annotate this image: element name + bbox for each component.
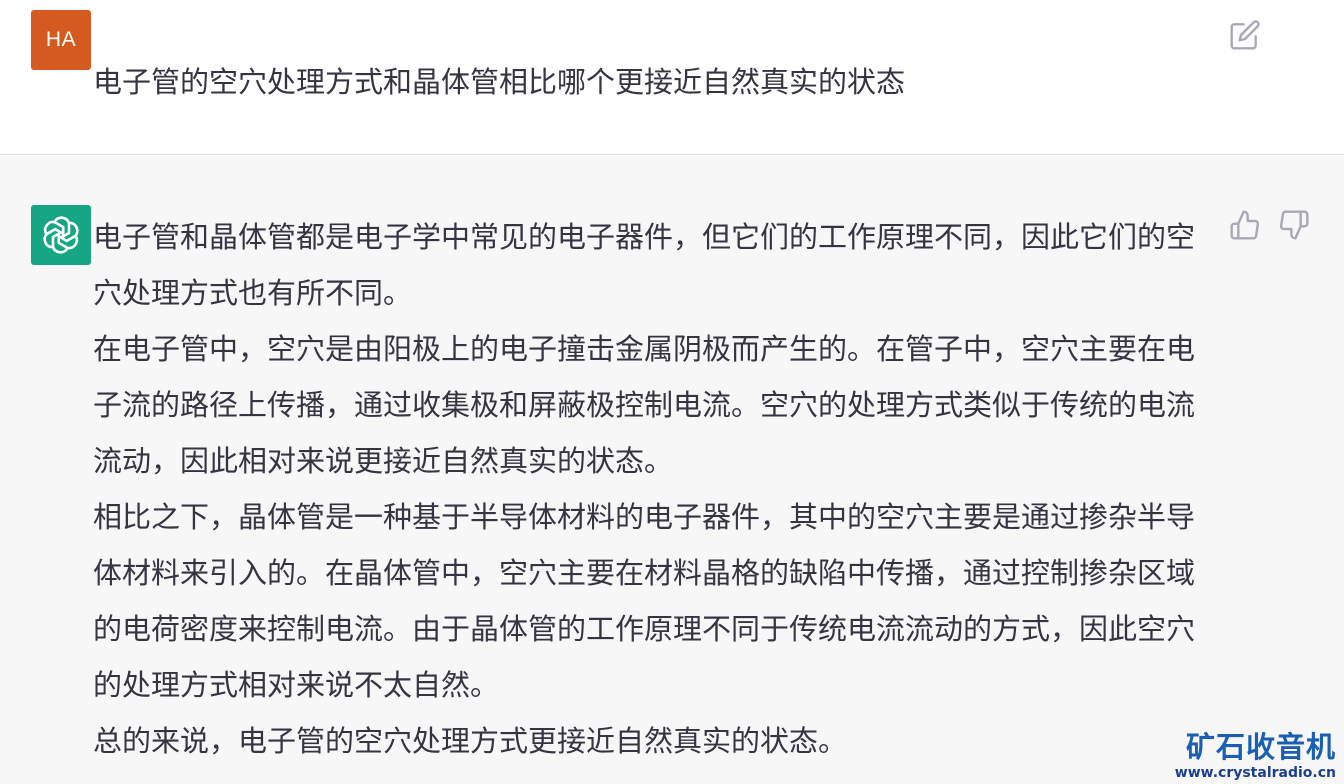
- answer-paragraph: 电子管和晶体管都是电子学中常见的电子器件，但它们的工作原理不同，因此它们的空穴处…: [93, 220, 1196, 310]
- thumbs-down-icon: [1279, 210, 1309, 240]
- thumbs-down-button[interactable]: [1277, 208, 1311, 242]
- assistant-message-text: 电子管和晶体管都是电子学中常见的电子器件，但它们的工作原理不同，因此它们的空穴处…: [93, 209, 1208, 769]
- thumbs-up-button[interactable]: [1228, 208, 1262, 242]
- user-avatar: HA: [31, 10, 91, 70]
- user-message-text: 电子管的空穴处理方式和晶体管相比哪个更接近自然真实的状态: [93, 65, 906, 99]
- chat-page: HA 电子管的空穴处理方式和晶体管相比哪个更接近自然真实的状态 电子管和晶体管都…: [0, 0, 1344, 784]
- thumbs-up-icon: [1230, 210, 1260, 240]
- watermark-title: 矿石收音机: [1185, 730, 1336, 764]
- assistant-avatar: [31, 205, 91, 265]
- edit-icon: [1230, 20, 1260, 50]
- assistant-message-row: 电子管和晶体管都是电子学中常见的电子器件，但它们的工作原理不同，因此它们的空穴处…: [0, 156, 1344, 784]
- site-watermark: 矿石收音机 www.crystalradio.cn: [1175, 730, 1336, 782]
- answer-paragraph: 在电子管中，空穴是由阳极上的电子撞击金属阴极而产生的。在管子中，空穴主要在电子流…: [93, 332, 1196, 478]
- answer-paragraph: 总的来说，电子管的空穴处理方式更接近自然真实的状态。: [93, 724, 848, 758]
- openai-logo-icon: [43, 216, 79, 254]
- user-message-row: HA 电子管的空穴处理方式和晶体管相比哪个更接近自然真实的状态: [0, 0, 1344, 155]
- watermark-url: www.crystalradio.cn: [1174, 765, 1336, 781]
- edit-message-button[interactable]: [1228, 18, 1262, 52]
- answer-paragraph: 相比之下，晶体管是一种基于半导体材料的电子器件，其中的空穴主要是通过掺杂半导体材…: [93, 500, 1196, 702]
